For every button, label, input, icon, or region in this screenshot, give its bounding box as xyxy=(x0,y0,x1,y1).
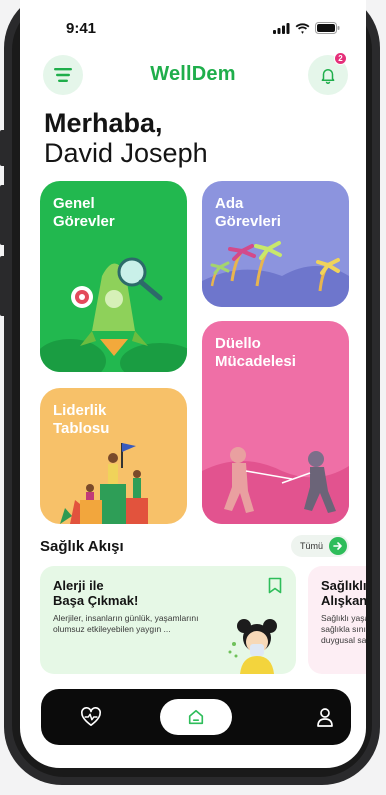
card-title-leaderboard: Liderlik Tablosu xyxy=(53,402,110,437)
card-general-tasks[interactable]: Genel Görevler xyxy=(40,181,187,372)
bottom-tab-bar xyxy=(41,689,351,745)
feed-card-title-2: Sağlıklı Yaş Alışkanlıkla xyxy=(321,578,366,608)
greeting-name: David Joseph xyxy=(44,138,208,168)
volume-up-button xyxy=(0,185,4,245)
bookmark-icon[interactable] xyxy=(268,577,282,594)
arrow-right-icon xyxy=(329,537,347,555)
section-title-health-feed: Sağlık Akışı xyxy=(40,538,124,555)
heart-pulse-icon xyxy=(81,707,101,726)
see-all-label: Tümü xyxy=(299,541,323,551)
signal-icon xyxy=(273,22,290,34)
card-leaderboard[interactable]: Liderlik Tablosu xyxy=(40,388,187,524)
feed-card-excerpt-2: Sağlıklı yaşam, y sağlıkla sınırlı ol du… xyxy=(321,613,366,645)
tab-profile[interactable] xyxy=(303,699,347,735)
notification-badge: 2 xyxy=(334,52,347,65)
card-title-island: Ada Görevleri xyxy=(215,195,281,230)
tab-home[interactable] xyxy=(160,699,232,735)
sneezing-girl-illustration xyxy=(228,619,277,674)
card-duel-challenge[interactable]: Düello Mücadelesi xyxy=(202,321,349,524)
greeting-title: Merhaba, xyxy=(44,108,163,138)
home-icon xyxy=(188,709,204,725)
status-icons xyxy=(273,22,340,34)
status-time: 9:41 xyxy=(66,20,97,37)
wifi-icon xyxy=(295,22,310,34)
tab-health[interactable] xyxy=(69,699,113,735)
see-all-button[interactable]: Tümü xyxy=(290,535,349,557)
app-screen: 9:41 WellDem 2 Merhaba, David Joseph Gen… xyxy=(20,0,366,768)
mute-switch xyxy=(0,130,4,166)
bell-icon xyxy=(321,69,335,84)
notifications-button[interactable]: 2 xyxy=(308,52,348,95)
feed-card-excerpt: Alerjiler, insanların günlük, yaşamların… xyxy=(53,613,199,634)
profile-icon xyxy=(317,708,333,727)
feed-card-allergy[interactable]: Alerji ile Başa Çıkmak! Alerjiler, insan… xyxy=(40,566,296,674)
feed-card-title: Alerji ile Başa Çıkmak! xyxy=(53,578,139,608)
card-island-tasks[interactable]: Ada Görevleri xyxy=(202,181,349,307)
battery-icon xyxy=(315,22,340,34)
card-title-duel: Düello Mücadelesi xyxy=(215,335,296,370)
feed-card-healthy-habits[interactable]: Sağlıklı Yaş Alışkanlıkla Sağlıklı yaşam… xyxy=(308,566,366,674)
card-title-general: Genel Görevler xyxy=(53,195,115,230)
volume-down-button xyxy=(0,256,4,316)
